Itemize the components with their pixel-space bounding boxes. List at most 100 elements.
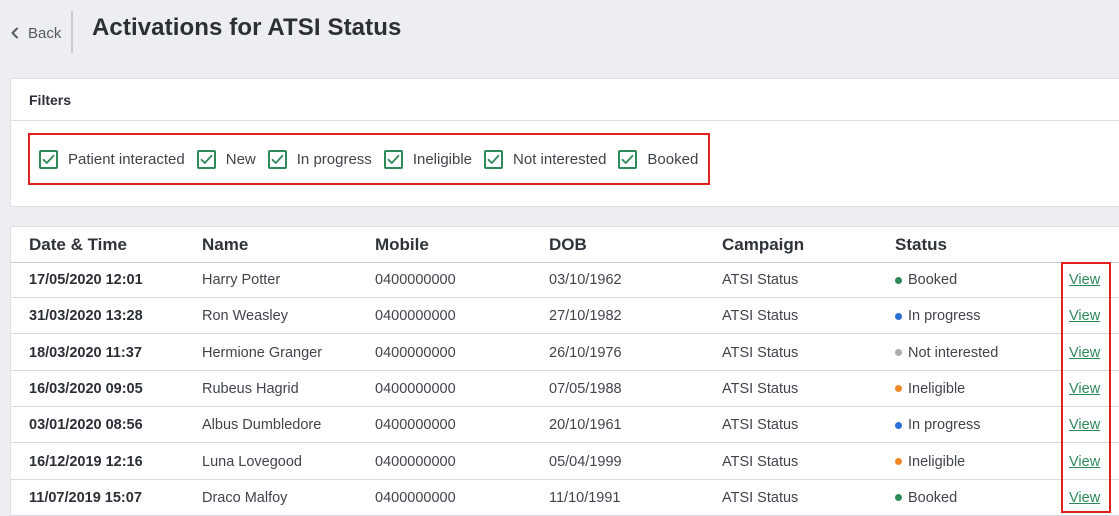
filter-ineligible[interactable]: Ineligible <box>383 149 473 169</box>
filter-patient-interacted[interactable]: Patient interacted <box>39 149 185 169</box>
status-dot <box>895 385 902 393</box>
status-dot <box>895 312 902 320</box>
cell-datetime: 16/12/2019 12:16 <box>29 453 143 470</box>
status-text: In progress <box>908 308 981 325</box>
checkbox[interactable] <box>267 149 287 169</box>
cell-datetime: 31/03/2020 13:28 <box>29 308 143 325</box>
cell-mobile: 0400000000 <box>375 344 456 361</box>
cell-name: Harry Potter <box>202 272 281 288</box>
filter-checkbox-group: Patient interacted New In progress Ineligib… <box>28 133 711 185</box>
check-icon <box>42 154 55 164</box>
cell-campaign: ATSI Status <box>722 489 799 506</box>
status-text: Booked <box>908 272 958 288</box>
cell-mobile: 0400000000 <box>375 272 456 288</box>
check-icon <box>487 154 500 164</box>
filter-label: Booked <box>647 150 699 168</box>
cell-action: View <box>1069 417 1100 433</box>
checkbox[interactable] <box>484 149 504 169</box>
column-header-dob: DOB <box>549 235 587 254</box>
status-text: Ineligible <box>908 453 966 470</box>
cell-dob: 07/05/1988 <box>549 380 622 397</box>
view-link[interactable]: View <box>1069 272 1100 288</box>
cell-action: View <box>1069 308 1100 324</box>
back-button[interactable]: Back <box>10 20 61 46</box>
status-text: Booked <box>908 489 958 506</box>
filter-in-progress[interactable]: In progress <box>267 149 372 169</box>
checkbox[interactable] <box>383 149 403 169</box>
cell-campaign: ATSI Status <box>722 417 799 434</box>
status-badge: Ineligible <box>895 454 965 470</box>
cell-campaign: ATSI Status <box>722 344 799 361</box>
cell-mobile: 0400000000 <box>375 453 456 470</box>
cell-mobile: 0400000000 <box>375 417 456 434</box>
filter-booked[interactable]: Booked <box>618 149 699 169</box>
filter-label: Ineligible <box>412 150 473 168</box>
check-icon <box>200 154 213 164</box>
status-text: In progress <box>908 417 981 434</box>
checkbox[interactable] <box>196 149 216 169</box>
filter-label: In progress <box>296 150 372 168</box>
checkbox[interactable] <box>39 149 58 169</box>
check-icon <box>271 154 284 164</box>
view-link[interactable]: View <box>1069 345 1100 361</box>
back-label: Back <box>28 24 62 42</box>
status-dot <box>895 349 902 357</box>
view-link[interactable]: View <box>1069 417 1100 433</box>
cell-dob: 26/10/1976 <box>549 344 622 361</box>
cell-mobile: 0400000000 <box>375 308 456 325</box>
status-badge: Not interested <box>895 345 998 361</box>
cell-campaign: ATSI Status <box>722 308 799 325</box>
status-dot <box>895 276 902 284</box>
status-dot <box>895 421 902 429</box>
cell-action: View <box>1069 345 1100 361</box>
cell-name: Luna Lovegood <box>202 453 302 470</box>
view-link[interactable]: View <box>1069 381 1100 397</box>
view-link[interactable]: View <box>1069 454 1100 470</box>
status-badge: In progress <box>895 308 981 324</box>
filter-label: New <box>225 150 256 168</box>
table-row: 11/07/2019 15:07 Draco Malfoy 0400000000 11… <box>11 480 1119 516</box>
cell-datetime: 11/07/2019 15:07 <box>29 489 142 506</box>
cell-campaign: ATSI Status <box>722 380 799 397</box>
cell-action: View <box>1069 454 1100 470</box>
cell-dob: 11/10/1991 <box>549 489 621 506</box>
activations-table: Date & Time Name Mobile DOB Campaign Status 1… <box>10 226 1119 516</box>
cell-name: Draco Malfoy <box>202 489 288 506</box>
cell-dob: 27/10/1982 <box>549 308 622 325</box>
cell-datetime: 18/03/2020 11:37 <box>29 344 142 361</box>
status-text: Ineligible <box>908 380 966 397</box>
filter-new[interactable]: New <box>196 149 256 169</box>
table-row: 16/03/2020 09:05 Rubeus Hagrid 0400000000 0… <box>11 371 1119 407</box>
cell-datetime: 16/03/2020 09:05 <box>29 380 143 397</box>
cell-dob: 03/10/1962 <box>549 272 622 288</box>
table-row: 18/03/2020 11:37 Hermione Granger 04000000… <box>11 335 1119 371</box>
cell-action: View <box>1069 490 1100 506</box>
cell-datetime: 17/05/2020 12:01 <box>29 272 143 288</box>
checkbox[interactable] <box>618 149 638 169</box>
view-link[interactable]: View <box>1069 308 1100 324</box>
status-dot <box>895 494 902 502</box>
cell-campaign: ATSI Status <box>722 272 799 288</box>
cell-name: Rubeus Hagrid <box>202 380 299 397</box>
status-badge: Booked <box>895 490 957 506</box>
cell-name: Hermione Granger <box>202 344 323 361</box>
cell-action: View <box>1069 272 1100 288</box>
column-header-mobile: Mobile <box>375 235 429 254</box>
cell-mobile: 0400000000 <box>375 489 456 506</box>
page-title: Activations for ATSI Status <box>92 14 402 41</box>
view-link[interactable]: View <box>1069 490 1100 506</box>
table-row: 16/12/2019 12:16 Luna Lovegood 0400000000 0… <box>11 444 1119 480</box>
cell-datetime: 03/01/2020 08:56 <box>29 417 143 434</box>
cell-campaign: ATSI Status <box>722 453 799 470</box>
chevron-left-icon <box>11 27 18 39</box>
column-header-campaign: Campaign <box>722 235 805 254</box>
check-icon <box>622 154 634 164</box>
status-badge: In progress <box>895 417 981 433</box>
filter-not-interested[interactable]: Not interested <box>484 149 606 169</box>
column-header-name: Name <box>202 235 249 254</box>
table-row: 17/05/2020 12:01 Harry Potter 0400000000 03… <box>11 262 1119 298</box>
table-row: 31/03/2020 13:28 Ron Weasley 0400000000 27/… <box>11 298 1119 335</box>
header-divider <box>71 11 73 53</box>
table-row: 03/01/2020 08:56 Albus Dumbledore 04000000… <box>11 407 1119 444</box>
column-header-status: Status <box>895 235 947 254</box>
